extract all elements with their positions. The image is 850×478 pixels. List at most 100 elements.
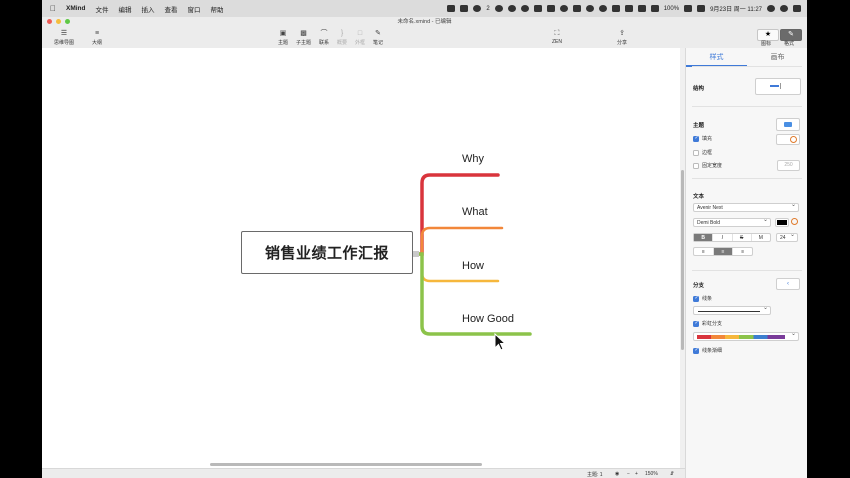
fixed-width-label: 固定宽度 — [702, 163, 723, 169]
rainbow-row[interactable]: 彩虹分支 — [693, 320, 722, 327]
font-size-select[interactable]: 24 — [776, 231, 798, 242]
rainbow-checkbox[interactable] — [693, 320, 699, 327]
wifi-icon[interactable] — [624, 5, 633, 12]
clock[interactable]: 9月23日 周一 11:27 — [710, 4, 762, 13]
tab-canvas[interactable]: 画布 — [747, 52, 807, 62]
fill-checkbox[interactable] — [693, 135, 699, 142]
screen-icon[interactable] — [460, 5, 469, 12]
menu-edit[interactable]: 编辑 — [119, 4, 132, 14]
branch-style-selector[interactable]: ‹ — [776, 278, 800, 290]
bolt-icon[interactable] — [533, 5, 542, 12]
volume-icon[interactable] — [650, 5, 659, 12]
minimize-button[interactable] — [56, 19, 61, 24]
horizontal-scrollbar[interactable] — [210, 463, 482, 466]
share-button[interactable]: ⇪ 分享 — [617, 29, 627, 46]
cloud-icon[interactable] — [572, 5, 581, 12]
boundary-button[interactable]: □ 外框 — [355, 29, 365, 46]
menu-window[interactable]: 窗口 — [188, 4, 201, 14]
topic-count: 主题: 1 — [587, 472, 603, 478]
fill-color-picker[interactable] — [776, 134, 800, 145]
zoom-in-button[interactable]: + — [635, 471, 638, 477]
rainbow-palette-select[interactable] — [693, 330, 799, 341]
outline-view-button[interactable]: ≡ 大纲 — [92, 29, 102, 46]
search-icon[interactable] — [767, 5, 775, 12]
note-button[interactable]: ✎ 笔记 — [373, 29, 383, 46]
align-center-button[interactable]: ≡ — [713, 248, 734, 255]
color-wheel-icon — [790, 136, 797, 143]
fixed-width-checkbox[interactable] — [693, 162, 699, 169]
fixed-width-input[interactable]: 250 — [777, 160, 800, 171]
summary-label: 概要 — [337, 40, 348, 46]
status-app-icon-4[interactable] — [520, 5, 529, 12]
bluetooth-icon[interactable] — [611, 5, 620, 12]
summary-icon: } — [340, 30, 344, 37]
status-app-icon-2[interactable] — [494, 5, 503, 12]
input-method-icon[interactable] — [697, 5, 706, 12]
line-style-select[interactable] — [693, 304, 771, 315]
line-style-preview — [698, 311, 760, 312]
format-panel-label: 格式 — [784, 41, 795, 47]
relationship-button[interactable]: ⌒ 联系 — [319, 29, 329, 46]
zoom-out-button[interactable]: − — [627, 471, 630, 477]
eye-icon[interactable]: ◉ — [615, 471, 619, 477]
status-app-icon[interactable] — [447, 5, 456, 12]
panel-divider — [692, 270, 802, 271]
topic-shape-selector[interactable] — [776, 118, 800, 131]
menu-app[interactable]: XMind — [66, 5, 86, 12]
fill-row[interactable]: 填充 — [693, 135, 712, 142]
border-checkbox[interactable] — [693, 149, 699, 156]
topic-why[interactable]: Why — [462, 153, 484, 165]
zen-label: ZEN — [552, 39, 562, 45]
text-color-picker[interactable] — [775, 218, 789, 227]
topic-how-good[interactable]: How Good — [462, 313, 514, 325]
align-left-button[interactable]: ≡ — [694, 248, 714, 255]
summary-button[interactable]: } 概要 — [337, 29, 347, 46]
central-topic[interactable]: 销售业绩工作汇报 — [241, 231, 413, 274]
zen-button[interactable]: ⛶ ZEN — [552, 29, 562, 45]
battery-icon[interactable] — [684, 5, 693, 12]
menu-insert[interactable]: 插入 — [142, 4, 155, 14]
topic-shape-icon — [784, 122, 792, 127]
vertical-scroll-thumb[interactable] — [681, 170, 684, 350]
status-app-icon-5[interactable] — [559, 5, 568, 12]
tools-icon[interactable] — [546, 5, 555, 12]
rainbow-palette-preview — [697, 335, 785, 339]
siri-icon[interactable] — [780, 5, 788, 12]
zoom-stepper-icon[interactable]: ⇵ — [670, 471, 674, 477]
status-app-icon-3[interactable] — [507, 5, 516, 12]
menu-help[interactable]: 帮助 — [211, 4, 224, 14]
line-checkbox[interactable] — [693, 295, 699, 302]
mindmap-view-button[interactable]: ☰ 思维导图 — [51, 29, 77, 49]
text-case-button[interactable]: M — [752, 234, 770, 241]
align-right-button[interactable]: ≡ — [733, 248, 752, 255]
menu-view[interactable]: 查看 — [165, 4, 178, 14]
subtopic-button[interactable]: ▩ 子主题 — [296, 29, 311, 46]
notification-icon[interactable] — [793, 5, 801, 12]
taper-row[interactable]: 线条渐细 — [693, 347, 722, 354]
wechat-icon[interactable] — [473, 5, 482, 12]
font-weight-select[interactable]: Demi Bold — [693, 216, 771, 227]
tab-style[interactable]: 样式 — [686, 52, 747, 67]
airplay-icon[interactable] — [637, 5, 646, 12]
zoom-button[interactable] — [65, 19, 70, 24]
menu-file[interactable]: 文件 — [96, 4, 109, 14]
border-row[interactable]: 边框 — [693, 149, 712, 156]
note-label: 笔记 — [373, 40, 384, 46]
apple-icon[interactable]:  — [50, 4, 56, 13]
zoom-level[interactable]: 150% — [645, 471, 658, 477]
close-button[interactable] — [47, 19, 52, 24]
line-row[interactable]: 线条 — [693, 295, 712, 302]
topic-how[interactable]: How — [462, 260, 484, 272]
bold-button[interactable]: B — [694, 234, 714, 241]
font-family-select[interactable]: Avenir Next — [693, 201, 799, 212]
topic-button[interactable]: ▣ 主题 — [278, 29, 288, 46]
structure-selector[interactable] — [755, 78, 801, 95]
status-app-icon-6[interactable] — [585, 5, 594, 12]
topic-what[interactable]: What — [462, 206, 488, 218]
text-color-wheel-icon[interactable] — [791, 218, 798, 225]
strikethrough-button[interactable]: S — [733, 234, 752, 241]
status-app-icon-7[interactable] — [598, 5, 607, 12]
fixed-width-row[interactable]: 固定宽度 — [693, 162, 722, 169]
taper-checkbox[interactable] — [693, 347, 699, 354]
italic-button[interactable]: I — [713, 234, 733, 241]
